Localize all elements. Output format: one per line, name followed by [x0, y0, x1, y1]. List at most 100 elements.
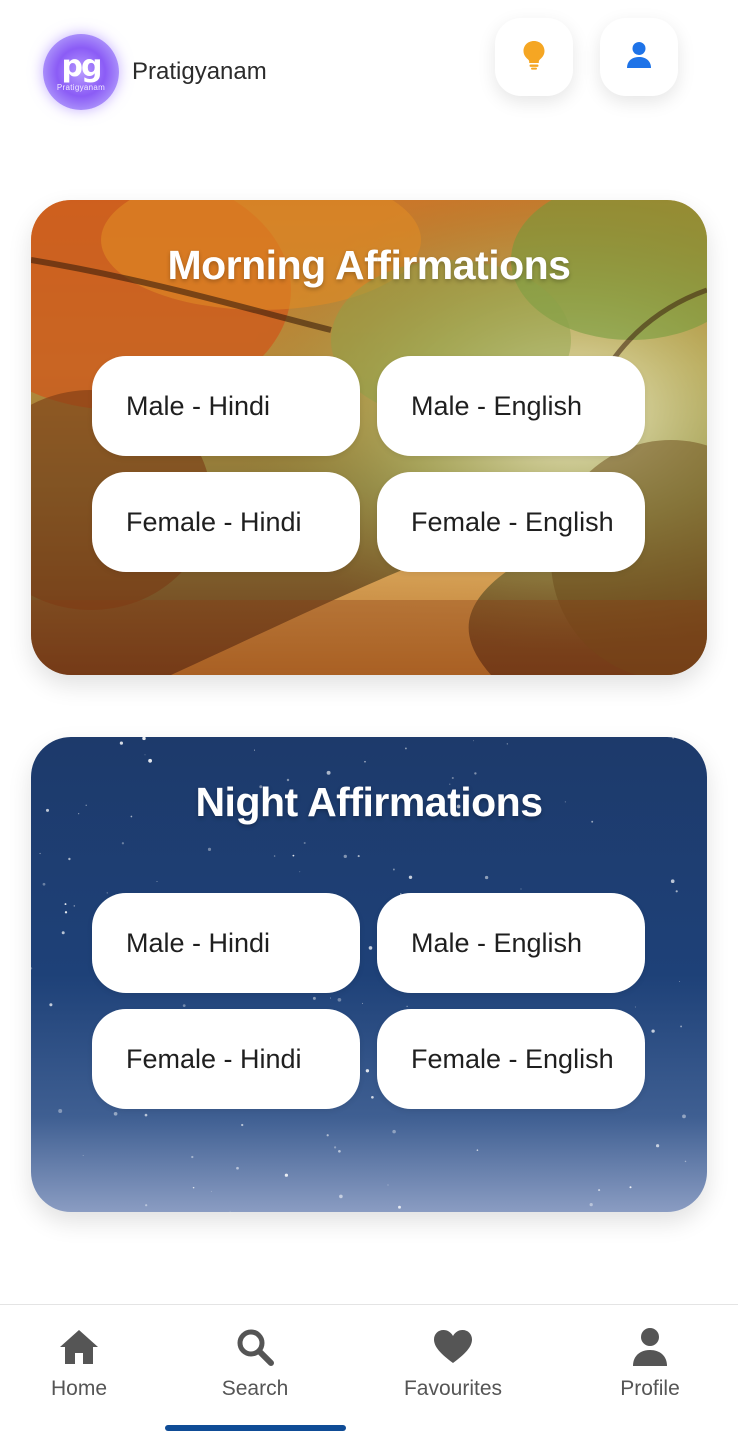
star	[472, 740, 474, 742]
star	[680, 1025, 683, 1028]
star	[339, 1194, 343, 1199]
star	[64, 903, 67, 906]
star	[241, 1123, 244, 1127]
lightbulb-icon	[522, 40, 546, 75]
star	[506, 743, 508, 745]
star	[406, 1005, 408, 1007]
star	[343, 854, 347, 859]
star	[144, 1113, 148, 1117]
night-male-english-button[interactable]: Male - English	[377, 893, 645, 993]
star	[364, 760, 366, 763]
heart-icon	[433, 1327, 473, 1367]
star	[144, 754, 146, 756]
morning-male-english-button[interactable]: Male - English	[377, 356, 645, 456]
star	[236, 1166, 239, 1170]
night-male-hindi-button[interactable]: Male - Hindi	[92, 893, 360, 993]
app-logo: pg Pratigyanam	[43, 34, 119, 110]
star	[365, 1069, 370, 1073]
star	[191, 1155, 194, 1159]
star	[651, 1029, 655, 1033]
star	[326, 770, 331, 775]
home-icon	[58, 1327, 100, 1367]
star	[254, 749, 255, 751]
morning-female-english-button[interactable]: Female - English	[377, 472, 645, 572]
star	[387, 1184, 389, 1186]
star	[61, 931, 65, 935]
star	[675, 890, 678, 893]
active-tab-indicator	[165, 1425, 346, 1431]
star	[229, 1210, 231, 1212]
profile-icon	[632, 1327, 668, 1367]
star	[484, 875, 489, 880]
star	[32, 1200, 35, 1204]
star	[312, 996, 316, 1000]
star	[192, 1186, 195, 1189]
star	[121, 842, 125, 845]
star	[338, 1149, 341, 1153]
bottom-navigation: Home Search Favourites Profile	[0, 1304, 738, 1434]
nav-home-label: Home	[50, 1377, 108, 1400]
night-title: Night Affirmations	[195, 779, 543, 825]
ideas-button[interactable]	[495, 18, 573, 96]
star	[333, 1146, 337, 1149]
star	[326, 1134, 329, 1137]
nav-search[interactable]: Search	[196, 1305, 314, 1434]
star	[58, 1109, 63, 1113]
star	[145, 1204, 148, 1207]
star	[520, 888, 522, 890]
star	[207, 847, 212, 851]
search-icon	[235, 1327, 275, 1367]
star	[392, 1129, 396, 1134]
morning-male-hindi-button[interactable]: Male - Hindi	[92, 356, 360, 456]
star	[299, 871, 301, 873]
night-affirmations-card: Night Affirmations Male - Hindi Male - E…	[31, 737, 707, 1212]
morning-female-hindi-button[interactable]: Female - Hindi	[92, 472, 360, 572]
nav-profile-label: Profile	[620, 1377, 680, 1400]
star	[679, 980, 681, 982]
star	[303, 841, 306, 845]
nav-favourites[interactable]: Favourites	[388, 1305, 518, 1434]
star	[672, 737, 675, 739]
app-header: pg Pratigyanam Pratigyanam	[0, 0, 738, 140]
star	[598, 1189, 601, 1192]
star	[398, 1205, 401, 1209]
star	[670, 879, 675, 884]
morning-affirmations-card: Morning Affirmations Male - Hindi Male -…	[31, 200, 707, 675]
night-female-english-button[interactable]: Female - English	[377, 1009, 645, 1109]
star	[404, 747, 407, 750]
star	[408, 875, 413, 879]
star	[39, 852, 41, 855]
app-name: Pratigyanam	[132, 58, 267, 85]
nav-home[interactable]: Home	[20, 1305, 138, 1434]
account-button[interactable]	[600, 18, 678, 96]
star	[371, 1095, 374, 1099]
star	[634, 1006, 636, 1008]
star	[682, 1114, 686, 1119]
star	[49, 1003, 53, 1007]
nav-profile[interactable]: Profile	[595, 1305, 705, 1434]
star	[629, 1186, 632, 1189]
logo-mark: pg	[61, 49, 103, 84]
star	[113, 1111, 118, 1116]
user-icon	[626, 41, 652, 74]
star	[156, 880, 158, 882]
star	[361, 1002, 364, 1004]
star	[284, 1173, 289, 1177]
star	[182, 1004, 186, 1007]
star	[684, 1160, 687, 1163]
star	[292, 854, 295, 857]
night-female-hindi-button[interactable]: Female - Hindi	[92, 1009, 360, 1109]
star	[210, 1190, 212, 1192]
star	[119, 741, 123, 745]
star	[476, 1149, 479, 1151]
star	[337, 997, 342, 1002]
star	[330, 997, 331, 999]
star	[474, 772, 477, 775]
star	[106, 892, 108, 894]
star	[368, 946, 373, 950]
star	[273, 855, 276, 857]
star	[656, 1144, 660, 1148]
morning-title: Morning Affirmations	[167, 242, 571, 288]
star	[357, 855, 360, 858]
star	[68, 857, 71, 861]
